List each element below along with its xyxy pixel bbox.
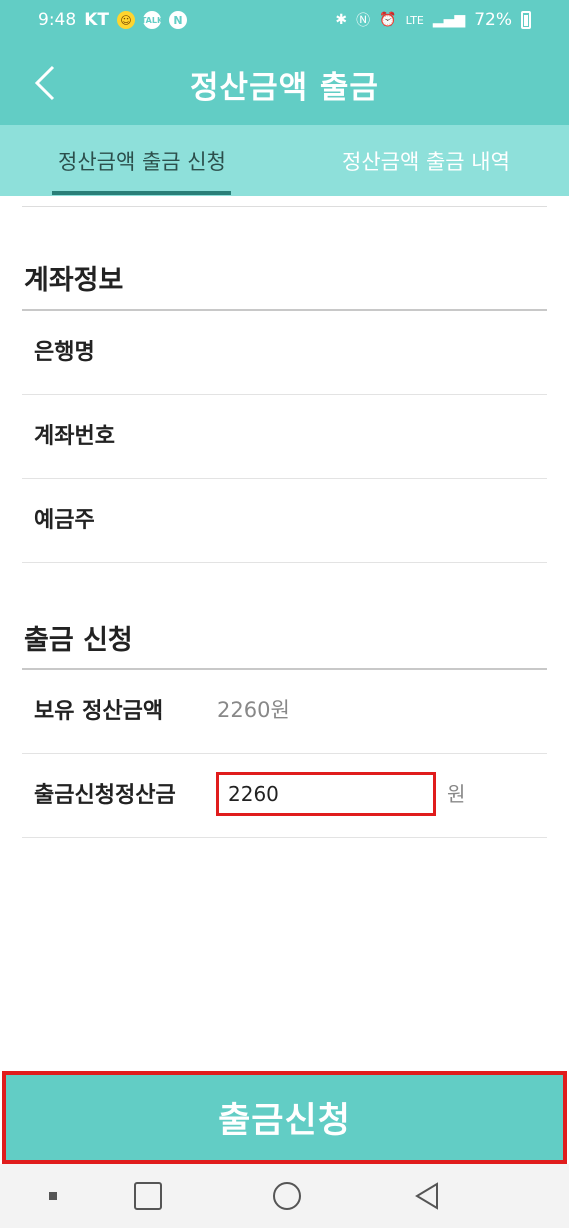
triangle-back-icon <box>415 1182 438 1210</box>
balance-value: 2260원 <box>217 698 290 722</box>
section-title-withdrawal: 출금 신청 <box>24 625 133 656</box>
nav-back-button[interactable] <box>387 1164 467 1228</box>
alarm-icon: ⏰ <box>379 12 397 28</box>
status-time: 9:48 <box>38 10 77 30</box>
row-bank-name: 은행명 <box>22 311 547 395</box>
signal-icon: ▂▄▆ <box>432 12 466 28</box>
naver-icon: N <box>168 11 187 29</box>
screen: 9:48 KT ☺ TALK N ✱ Ⓝ ⏰ LTE ▂▄▆ 72% 정산금액 … <box>0 0 569 1228</box>
row-balance: 보유 정산금액 2260원 <box>22 670 547 754</box>
nav-recent-apps-button[interactable] <box>108 1164 188 1228</box>
status-right: ✱ Ⓝ ⏰ LTE ▂▄▆ 72% <box>335 10 531 30</box>
row-account-holder: 예금주 <box>22 479 547 563</box>
tab-withdrawal-request[interactable]: 정산금액 출금 신청 <box>0 125 284 196</box>
system-nav-bar <box>0 1164 569 1228</box>
row-withdrawal-amount: 출금신청정산금 원 <box>22 754 547 838</box>
withdrawal-submit-button[interactable]: 출금신청 <box>2 1071 567 1164</box>
status-left: 9:48 KT ☺ TALK N <box>38 10 187 30</box>
nfc-icon: Ⓝ <box>356 13 371 29</box>
status-carrier: KT <box>84 10 109 30</box>
title-bar: 정산금액 출금 <box>0 40 569 125</box>
currency-unit-label: 원 <box>447 782 466 806</box>
account-number-label: 계좌번호 <box>34 424 115 449</box>
tab-bar: 정산금액 출금 신청 정산금액 출금 내역 <box>0 125 569 196</box>
withdrawal-amount-input[interactable] <box>216 772 436 816</box>
square-icon <box>134 1182 162 1210</box>
bluetooth-icon: ✱ <box>335 12 348 28</box>
emoji-face-icon: ☺ <box>116 11 135 29</box>
row-account-number: 계좌번호 <box>22 395 547 479</box>
battery-icon <box>521 11 531 29</box>
circle-icon <box>273 1182 301 1210</box>
active-tab-indicator <box>52 191 231 195</box>
withdrawal-amount-label: 출금신청정산금 <box>34 783 176 808</box>
page-title: 정산금액 출금 <box>190 70 379 106</box>
bank-name-label: 은행명 <box>34 340 95 365</box>
nav-menu-button[interactable] <box>13 1164 93 1228</box>
talk-icon: TALK <box>141 11 163 29</box>
lte-icon: LTE <box>405 13 424 27</box>
section-title-account-info: 계좌정보 <box>24 265 124 296</box>
tab-withdrawal-history[interactable]: 정산금액 출금 내역 <box>284 125 568 196</box>
balance-label: 보유 정산금액 <box>34 699 164 724</box>
account-holder-label: 예금주 <box>34 508 95 533</box>
nav-home-button[interactable] <box>247 1164 327 1228</box>
battery-percent: 72% <box>474 10 512 30</box>
status-bar: 9:48 KT ☺ TALK N ✱ Ⓝ ⏰ LTE ▂▄▆ 72% <box>0 0 569 40</box>
dot-icon <box>49 1192 57 1200</box>
divider <box>22 206 547 207</box>
